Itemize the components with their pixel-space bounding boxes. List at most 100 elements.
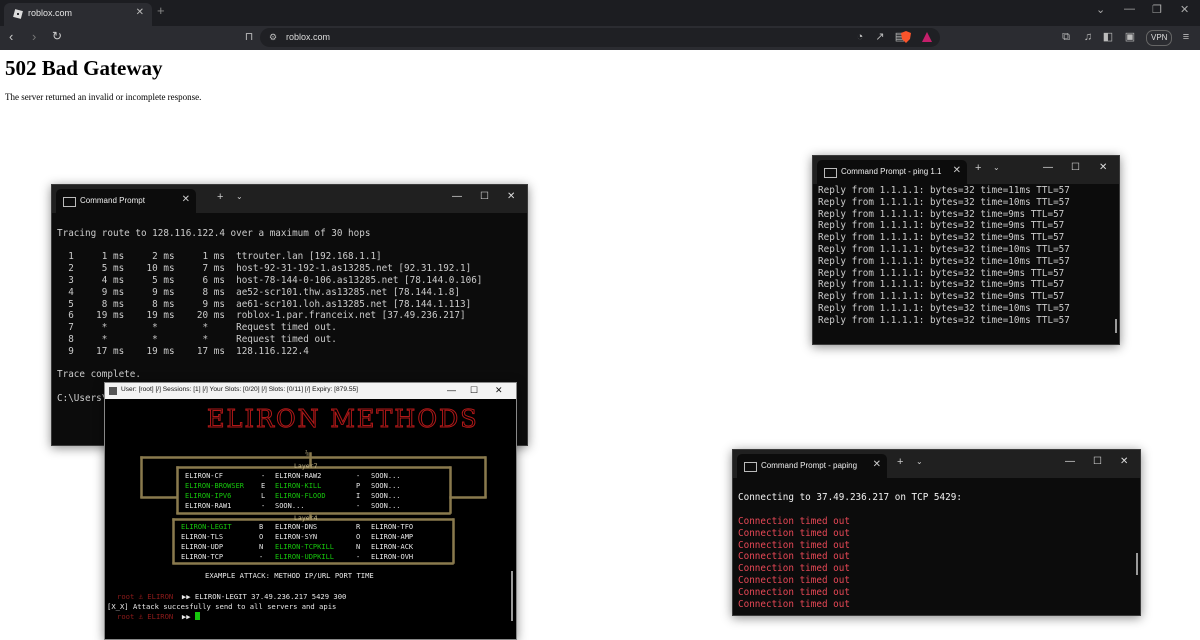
share-icon[interactable]: ↗ — [874, 31, 886, 43]
method-item: ELIRON-UDPKILL — [275, 553, 335, 561]
wallet-icon[interactable]: ▣ — [1124, 31, 1136, 43]
scrollbar-thumb[interactable] — [511, 571, 513, 621]
window-titlebar[interactable]: Command Prompt - ping 1.1 ✕ + ⌄ — ☐ ✕ — [813, 156, 1119, 184]
maximize-icon[interactable]: ☐ — [470, 385, 478, 396]
console-line: Reply from 1.1.1.1: bytes=32 time=10ms T… — [818, 196, 1070, 208]
maximize-icon[interactable]: ❐ — [1152, 3, 1162, 16]
media-icon[interactable]: ♫ — [1082, 31, 1094, 43]
vpn-button[interactable]: VPN — [1146, 30, 1173, 46]
tab-search-chevron-icon[interactable]: ⌄ — [1096, 3, 1105, 16]
roblox-favicon-icon — [13, 9, 23, 19]
console-line: Trace complete. — [57, 369, 141, 381]
example-attack-line: EXAMPLE ATTACK: METHOD IP/URL PORT TIME — [205, 571, 374, 580]
tab-close-icon[interactable]: ✕ — [182, 194, 190, 205]
console-line: Reply from 1.1.1.1: bytes=32 time=10ms T… — [818, 314, 1070, 326]
minimize-icon[interactable]: — — [447, 385, 456, 395]
console-line: 7 * * * Request timed out. — [57, 322, 337, 334]
browser-tab[interactable]: roblox.com ✕ — [4, 3, 152, 26]
console-line: 2 5 ms 10 ms 7 ms host-92-31-192-1.as132… — [57, 263, 472, 275]
address-bar[interactable]: ⚙ roblox.com ◔ ↗ ▤ — [260, 28, 940, 47]
eliron-terminal-window[interactable]: User: [root] [/] Sessions: [1] [/] Your … — [104, 382, 517, 640]
eliron-banner: ELIRON METHODS — [207, 405, 479, 434]
timeout-lines[interactable]: Connection timed out Connection timed ou… — [738, 516, 850, 610]
window-titlebar[interactable]: Command Prompt ✕ + ⌄ — ☐ ✕ — [52, 185, 527, 213]
new-tab-icon[interactable]: + — [217, 191, 223, 203]
terminal-body[interactable]: Layer7 Layer4 ⅞ ELIRON-CF ELIRON-BROWSER E… — [105, 399, 516, 639]
window-titlebar[interactable]: User: [root] [/] Sessions: [1] [/] Your … — [105, 383, 516, 399]
scrollbar-thumb[interactable] — [1115, 319, 1117, 333]
console-output[interactable]: Tracing route to 128.116.122.4 over a ma… — [57, 216, 482, 405]
console-line: Reply from 1.1.1.1: bytes=32 time=9ms TT… — [818, 291, 1065, 303]
console-line: Reply from 1.1.1.1: bytes=32 time=9ms TT… — [818, 220, 1065, 232]
minimize-icon[interactable]: — — [1043, 162, 1053, 173]
site-info-icon[interactable]: ⚙ — [267, 31, 279, 43]
method-item: - — [259, 553, 264, 561]
maximize-icon[interactable]: ☐ — [480, 191, 489, 202]
url-text[interactable]: roblox.com — [286, 32, 330, 42]
console-line: Connection timed out — [738, 574, 850, 586]
paping-console-window[interactable]: Command Prompt - paping ✕ + ⌄ — ☐ ✕ Conn… — [732, 449, 1141, 616]
new-tab-icon[interactable]: + — [975, 162, 981, 174]
bookmark-icon[interactable]: ⊓ — [243, 31, 255, 43]
window-title: Command Prompt — [80, 196, 145, 205]
dropdown-chevron-icon[interactable]: ⌄ — [993, 163, 1000, 172]
extensions-icon[interactable]: ⧉ — [1060, 31, 1072, 43]
method-item: ELIRON-ACK — [371, 543, 414, 551]
brave-shields-icon[interactable] — [900, 31, 912, 44]
window-titlebar[interactable]: Command Prompt - paping ✕ + ⌄ — ☐ ✕ — [733, 450, 1140, 478]
history-icon[interactable]: ◔ — [854, 31, 866, 43]
back-icon[interactable]: ‹ — [9, 29, 13, 44]
console-line: Reply from 1.1.1.1: bytes=32 time=9ms TT… — [818, 267, 1065, 279]
forward-icon[interactable]: › — [32, 29, 36, 44]
brave-rewards-icon[interactable] — [921, 31, 933, 43]
console-line: 3 4 ms 5 ms 6 ms host-78-144-0-106.as132… — [57, 274, 483, 286]
console-line: Reply from 1.1.1.1: bytes=32 time=11ms T… — [818, 185, 1070, 196]
console-line: 1 1 ms 2 ms 1 ms ttrouter.lan [192.168.1… — [57, 251, 382, 263]
terminal-icon — [824, 168, 837, 178]
console-line: Reply from 1.1.1.1: bytes=32 time=10ms T… — [818, 243, 1070, 255]
console-tab[interactable]: Command Prompt - paping ✕ — [737, 454, 887, 478]
close-icon[interactable]: ✕ — [507, 191, 515, 202]
method-item: N — [356, 543, 361, 551]
method-item: ELIRON-LEGIT — [181, 523, 232, 531]
method-item: ELIRON-UDP — [181, 543, 224, 551]
console-line: Reply from 1.1.1.1: bytes=32 time=9ms TT… — [818, 279, 1065, 291]
tab-close-icon[interactable]: ✕ — [953, 165, 961, 176]
ping-console-window[interactable]: Command Prompt - ping 1.1 ✕ + ⌄ — ☐ ✕ Re… — [812, 155, 1120, 345]
minimize-icon[interactable]: — — [452, 191, 462, 202]
browser-tab-bar: roblox.com ✕ + ⌄ — ❐ ✕ — [0, 0, 1200, 26]
method-item: - — [261, 502, 266, 510]
maximize-icon[interactable]: ☐ — [1093, 456, 1102, 467]
console-tab[interactable]: Command Prompt - ping 1.1 ✕ — [817, 160, 967, 184]
close-icon[interactable]: ✕ — [1120, 456, 1128, 467]
close-icon[interactable]: ✕ — [1099, 162, 1107, 173]
minimize-icon[interactable]: — — [1065, 456, 1075, 467]
method-item: SOON... — [371, 502, 401, 510]
tab-close-icon[interactable]: ✕ — [873, 459, 881, 470]
tab-close-icon[interactable]: ✕ — [136, 7, 144, 18]
new-tab-icon[interactable]: + — [897, 456, 903, 468]
console-line: Connection timed out — [738, 551, 850, 563]
method-item: - — [356, 502, 361, 510]
attack-result-line: [X_X] Attack succesfully send to all ser… — [107, 602, 337, 611]
dropdown-chevron-icon[interactable]: ⌄ — [236, 192, 243, 201]
console-output[interactable]: Reply from 1.1.1.1: bytes=32 time=11ms T… — [818, 185, 1070, 327]
method-item: ELIRON-OVH — [371, 553, 414, 561]
method-item: N — [259, 543, 264, 551]
menu-icon[interactable]: ≡ — [1180, 31, 1192, 43]
scrollbar-thumb[interactable] — [1136, 553, 1138, 575]
new-tab-icon[interactable]: + — [157, 3, 165, 18]
method-item: ELIRON-CF — [185, 472, 223, 480]
console-line: Reply from 1.1.1.1: bytes=32 time=9ms TT… — [818, 208, 1065, 220]
dropdown-chevron-icon[interactable]: ⌄ — [916, 457, 923, 466]
sidebar-icon[interactable]: ◧ — [1102, 31, 1114, 43]
prompt-line[interactable]: root ⚓ ELIRON ▶▶ — [117, 612, 200, 621]
console-tab[interactable]: Command Prompt ✕ — [56, 189, 196, 213]
layer7-label: Layer7 — [294, 462, 318, 470]
minimize-icon[interactable]: — — [1124, 3, 1135, 15]
close-window-icon[interactable]: ✕ — [1180, 3, 1189, 16]
close-icon[interactable]: ✕ — [495, 385, 503, 396]
console-line: Connection timed out — [738, 586, 850, 598]
reload-icon[interactable]: ↻ — [52, 29, 62, 43]
maximize-icon[interactable]: ☐ — [1071, 162, 1080, 173]
